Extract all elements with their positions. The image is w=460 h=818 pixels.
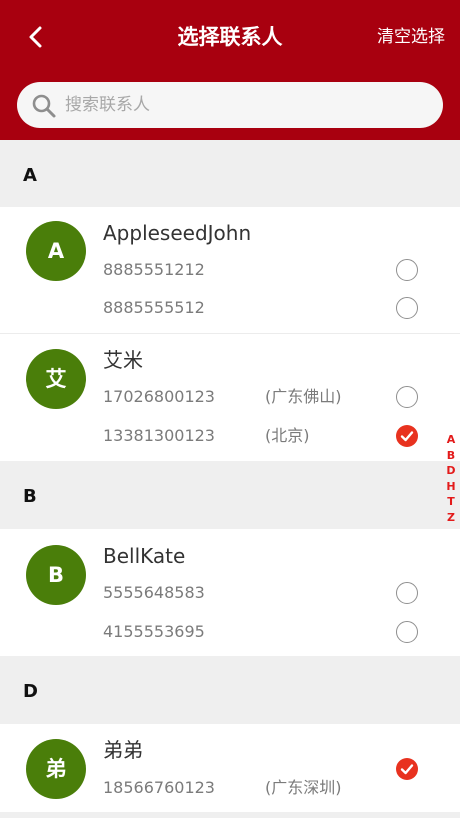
section-header-a: A xyxy=(0,140,460,207)
avatar: B xyxy=(26,545,86,605)
header-bar: 选择联系人 清空选择 搜索联系人 xyxy=(0,0,460,140)
phone-select-radio[interactable] xyxy=(396,259,418,281)
phone-number: 18566760123 xyxy=(103,778,215,797)
contact-name: 弟弟 xyxy=(103,738,143,762)
list-bottom-divider xyxy=(0,812,460,818)
avatar: 弟 xyxy=(26,739,86,799)
phone-select-radio-checked[interactable] xyxy=(396,758,418,780)
section-header-d: D xyxy=(0,656,460,723)
contact-card: A AppleseedJohn 8885551212 8885555512 xyxy=(0,207,460,334)
phone-location: (广东佛山) xyxy=(265,387,342,406)
section-letter: D xyxy=(23,681,38,702)
search-icon xyxy=(32,94,56,118)
phone-select-radio-checked[interactable] xyxy=(396,425,418,447)
clear-selection-button[interactable]: 清空选择 xyxy=(377,20,445,54)
section-header-b: B xyxy=(0,461,460,528)
alphabet-index[interactable]: A B D H T Z xyxy=(441,432,460,526)
phone-number: 17026800123 xyxy=(103,387,215,406)
contact-card: 艾 艾米 17026800123 (广东佛山) 13381300123 (北京) xyxy=(0,334,460,461)
checkmark-icon xyxy=(400,764,414,775)
index-letter-h[interactable]: H xyxy=(441,479,460,495)
phone-number: 8885551212 xyxy=(103,260,205,279)
phone-select-radio[interactable] xyxy=(396,386,418,408)
phone-number: 8885555512 xyxy=(103,298,205,317)
avatar: A xyxy=(26,221,86,281)
contact-name: AppleseedJohn xyxy=(103,221,252,245)
checkmark-icon xyxy=(400,431,414,442)
contact-name: 艾米 xyxy=(103,348,143,372)
index-letter-z[interactable]: Z xyxy=(441,510,460,526)
section-letter: A xyxy=(23,165,37,186)
contact-card: 弟 弟弟 18566760123 (广东深圳) xyxy=(0,724,460,812)
phone-select-radio[interactable] xyxy=(396,582,418,604)
index-letter-b[interactable]: B xyxy=(441,448,460,464)
search-placeholder: 搜索联系人 xyxy=(65,95,150,115)
phone-number: 5555648583 xyxy=(103,583,205,602)
phone-select-radio[interactable] xyxy=(396,621,418,643)
index-letter-a[interactable]: A xyxy=(441,432,460,448)
phone-number: 13381300123 xyxy=(103,426,215,445)
search-input[interactable]: 搜索联系人 xyxy=(17,82,443,128)
phone-location: (广东深圳) xyxy=(265,778,342,797)
index-letter-d[interactable]: D xyxy=(441,463,460,479)
avatar: 艾 xyxy=(26,349,86,409)
phone-number: 4155553695 xyxy=(103,622,205,641)
contact-name: BellKate xyxy=(103,544,186,568)
section-letter: B xyxy=(23,486,37,507)
phone-select-radio[interactable] xyxy=(396,297,418,319)
index-letter-t[interactable]: T xyxy=(441,494,460,510)
contact-card: B BellKate 5555648583 4155553695 xyxy=(0,529,460,656)
phone-location: (北京) xyxy=(265,426,310,445)
